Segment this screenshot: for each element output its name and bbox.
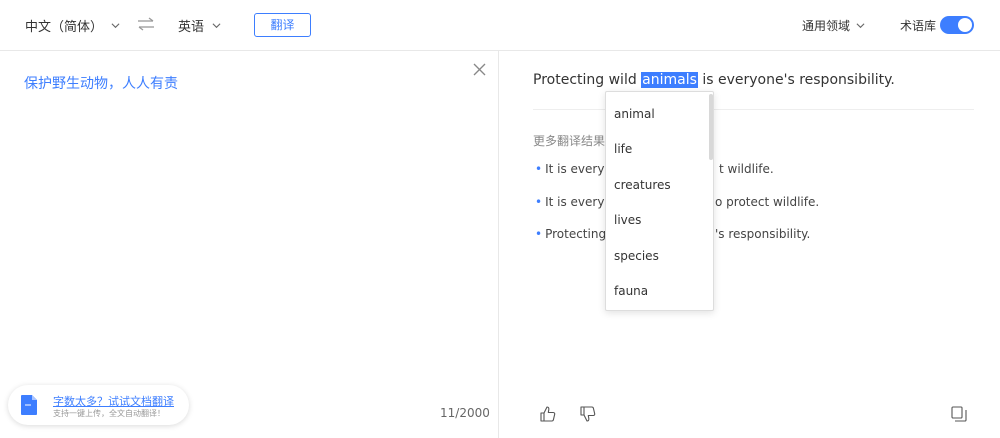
close-icon[interactable] — [473, 63, 486, 76]
result-divider — [533, 109, 974, 110]
glossary-toggle[interactable] — [940, 16, 974, 34]
result-text-before: Protecting wild — [533, 72, 642, 88]
glossary-label: 术语库 — [900, 19, 937, 33]
result-highlighted-word[interactable]: animals — [641, 72, 698, 88]
promo-subtitle: 支持一键上传，全文自动翻译！ — [53, 409, 165, 418]
alt-translation-tail: 's responsibility. — [715, 227, 811, 241]
copy-icon[interactable] — [951, 406, 967, 422]
dropdown-option[interactable]: species — [614, 249, 659, 263]
domain-label: 通用领域 — [802, 19, 851, 33]
bullet-icon: • — [535, 227, 543, 241]
translate-button[interactable]: 翻译 — [254, 13, 311, 37]
target-language-select[interactable]: 英语 — [178, 16, 221, 35]
chevron-down-icon — [212, 23, 221, 29]
chevron-down-icon — [856, 23, 865, 29]
dropdown-option[interactable]: lives — [614, 213, 641, 227]
alt-translation-tail: o protect wildlife. — [715, 195, 820, 209]
document-translate-promo[interactable]: 字数太多？试试文档翻译 支持一键上传，全文自动翻译！ — [8, 385, 189, 425]
result-text-after: is everyone's responsibility. — [697, 72, 895, 88]
dropdown-option[interactable]: creatures — [614, 178, 671, 192]
dropdown-option[interactable]: animal — [614, 107, 655, 121]
document-icon — [21, 395, 37, 415]
alt-translation-item[interactable]: • It is everyo — [535, 162, 612, 176]
more-results-label: 更多翻译结果 — [533, 134, 606, 148]
source-language-label: 中文（简体） — [25, 20, 104, 35]
promo-title-link[interactable]: 字数太多？试试文档翻译 — [53, 393, 174, 409]
thumbs-down-icon[interactable] — [580, 406, 596, 422]
alt-translation-item[interactable]: • It is everyo — [535, 195, 612, 209]
alt-translation-text: Protecting — [545, 227, 607, 241]
domain-select[interactable]: 通用领域 — [802, 17, 865, 34]
thumbs-up-icon[interactable] — [540, 406, 556, 422]
top-toolbar: 中文（简体） 英语 翻译 通用领域 术语库 — [0, 0, 1000, 51]
character-count: 11/2000 — [440, 406, 490, 420]
swap-languages-icon[interactable] — [137, 17, 155, 31]
toggle-knob — [958, 18, 972, 32]
alt-translation-text: It is everyo — [545, 162, 612, 176]
alt-translation-tail: t wildlife. — [719, 162, 774, 176]
word-alternatives-dropdown[interactable]: animal life creatures lives species faun… — [605, 91, 714, 311]
pane-divider — [498, 51, 499, 438]
alt-translation-text: It is everyo — [545, 195, 612, 209]
dropdown-option[interactable]: fauna — [614, 284, 648, 298]
bullet-icon: • — [535, 162, 543, 176]
bullet-icon: • — [535, 195, 543, 209]
dropdown-option[interactable]: life — [614, 142, 632, 156]
target-language-label: 英语 — [178, 20, 205, 35]
chevron-down-icon — [111, 23, 120, 29]
translation-result[interactable]: Protecting wild animals is everyone's re… — [533, 72, 895, 88]
alt-translation-item[interactable]: • Protecting — [535, 227, 606, 241]
dropdown-scrollbar[interactable] — [709, 94, 713, 160]
source-text[interactable]: 保护野生动物，人人有责 — [24, 73, 178, 93]
source-language-select[interactable]: 中文（简体） — [25, 16, 120, 35]
